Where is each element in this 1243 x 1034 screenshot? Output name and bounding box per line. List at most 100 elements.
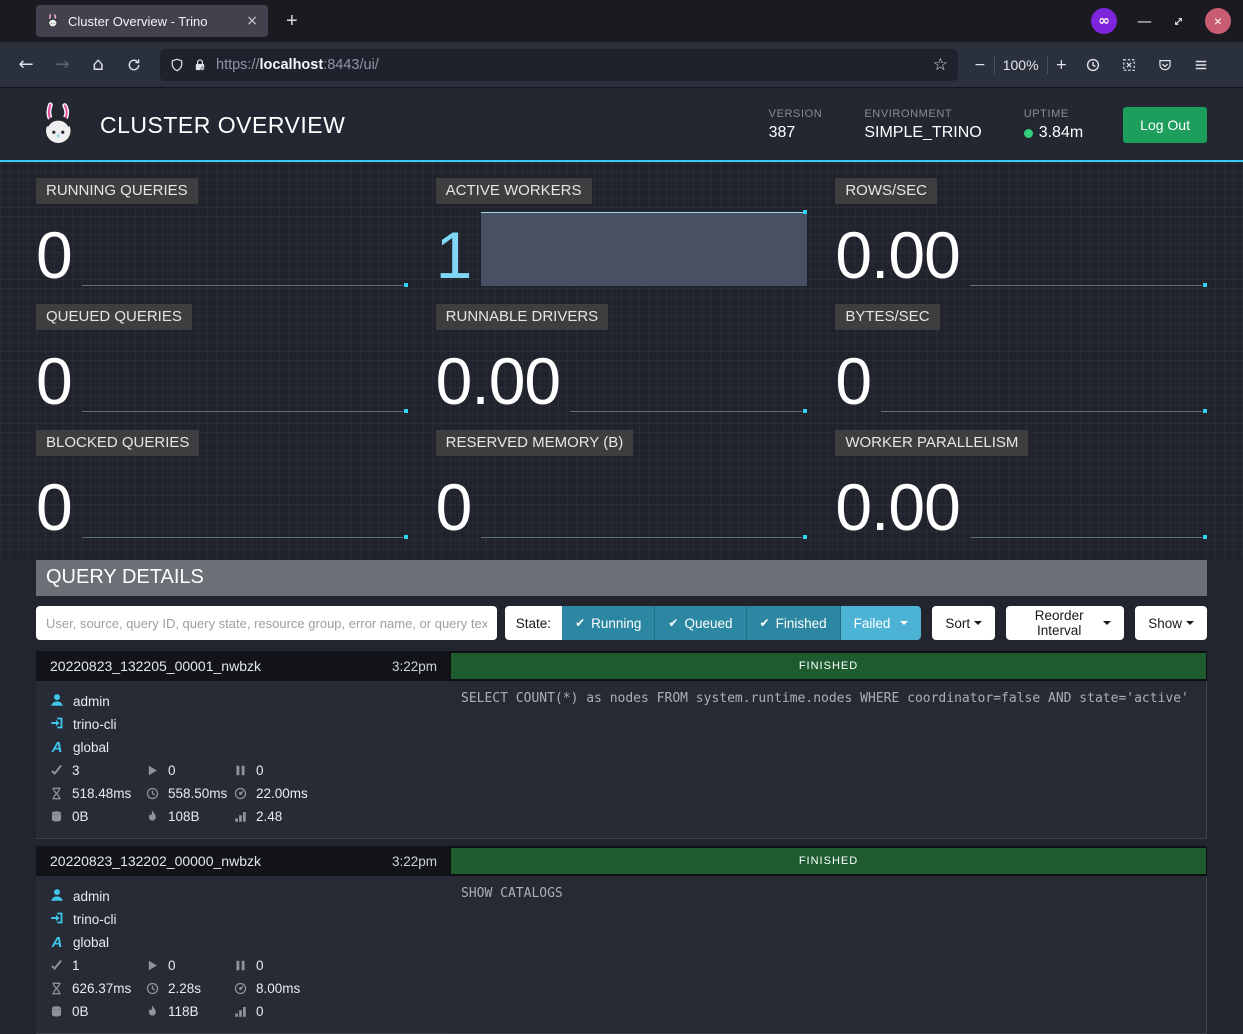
back-button[interactable]: ← (10, 49, 42, 81)
window-restore-button[interactable] (1172, 15, 1185, 28)
elapsed-time: 558.50ms (168, 786, 227, 801)
query-id-link[interactable]: 20220823_132205_00001_nwbzk (50, 658, 392, 674)
query-sql-text: SHOW CATALOGS (449, 876, 1207, 1033)
state-filter-queued[interactable]: ✔ Queued (655, 606, 746, 640)
stat-value: 0.00 (436, 351, 560, 412)
tab-close-icon[interactable]: × (246, 13, 258, 29)
state-filter-finished[interactable]: ✔ Finished (747, 606, 841, 640)
chevron-down-icon (974, 621, 982, 625)
zoom-in-button[interactable]: + (1056, 57, 1068, 73)
query-row: 20220823_132205_00001_nwbzk 3:22pm FINIS… (36, 651, 1207, 839)
cumulative-memory: 118B (168, 1004, 199, 1019)
queued-splits-icon (234, 764, 247, 777)
resource-group-icon: A (50, 739, 64, 756)
sparkline (82, 212, 408, 286)
query-id-link[interactable]: 20220823_132202_00000_nwbzk (50, 853, 392, 869)
sparkline (82, 464, 408, 538)
running-splits-icon (146, 959, 159, 972)
stat-bytes-sec: BYTES/SEC 0 (835, 304, 1207, 412)
stat-label: ACTIVE WORKERS (436, 178, 592, 204)
trino-logo (36, 102, 82, 148)
state-filter-running[interactable]: ✔ Running (562, 606, 655, 640)
sparkline (881, 338, 1207, 412)
sparkline (970, 212, 1207, 286)
new-tab-button[interactable]: + (286, 10, 298, 33)
wall-time: 626.37ms (72, 981, 131, 996)
user-icon (50, 888, 64, 905)
queued-splits: 0 (256, 958, 264, 973)
stat-value: 0 (36, 351, 72, 412)
stat-rows-sec: ROWS/SEC 0.00 (835, 178, 1207, 286)
stat-label: WORKER PARALLELISM (835, 430, 1028, 456)
elapsed-time-icon (146, 982, 159, 995)
history-clock-icon[interactable] (1077, 49, 1109, 81)
private-browsing-icon: ∞ (1091, 8, 1117, 34)
browser-navbar: ← → ⌂ https://localhost:8443/ui/ ☆ − 100… (0, 42, 1243, 88)
menu-hamburger-icon[interactable] (1185, 49, 1217, 81)
chevron-down-icon (1186, 621, 1194, 625)
check-icon: ✔ (760, 616, 770, 630)
stat-value: 1 (436, 225, 472, 286)
sparkline (82, 338, 408, 412)
elapsed-time: 2.28s (168, 981, 201, 996)
stat-worker-parallelism: WORKER PARALLELISM 0.00 (835, 430, 1207, 538)
cpu-time-icon (234, 787, 247, 800)
query-status-badge: FINISHED (451, 653, 1206, 679)
chevron-down-icon (900, 621, 908, 625)
stat-runnable-drivers: RUNNABLE DRIVERS 0.00 (436, 304, 808, 412)
state-filter-failed-dropdown[interactable]: Failed (841, 606, 922, 640)
url-text[interactable]: https://localhost:8443/ui/ (216, 57, 924, 73)
sort-dropdown[interactable]: Sort (932, 606, 995, 640)
zoom-level[interactable]: 100% (1003, 57, 1039, 73)
screenshot-icon[interactable] (1113, 49, 1145, 81)
sparkline (970, 464, 1207, 538)
check-icon: ✔ (668, 616, 678, 630)
url-bar[interactable]: https://localhost:8443/ui/ ☆ (160, 49, 958, 81)
stat-queued-queries: QUEUED QUERIES 0 (36, 304, 408, 412)
trino-favicon-icon (46, 14, 60, 28)
version-label: VERSION (769, 108, 823, 120)
source-icon (50, 716, 64, 733)
parallelism: 0 (256, 1004, 264, 1019)
queued-splits: 0 (256, 763, 264, 778)
zoom-out-button[interactable]: − (974, 57, 986, 73)
query-search-input[interactable] (36, 606, 497, 640)
pocket-icon[interactable] (1149, 49, 1181, 81)
stat-label: BYTES/SEC (835, 304, 939, 330)
home-button[interactable]: ⌂ (82, 49, 114, 81)
logout-button[interactable]: Log Out (1123, 107, 1207, 143)
query-resource-group: global (73, 935, 109, 950)
state-filter-group: State: ✔ Running ✔ Queued ✔ Finished Fai… (505, 606, 922, 640)
query-details-header: QUERY DETAILS (36, 560, 1207, 596)
current-memory-icon (50, 1005, 63, 1018)
reorder-interval-dropdown[interactable]: Reorder Interval (1006, 606, 1124, 640)
stat-value: 0 (835, 351, 871, 412)
stat-label: QUEUED QUERIES (36, 304, 192, 330)
page-title: CLUSTER OVERVIEW (100, 112, 769, 139)
stat-label: ROWS/SEC (835, 178, 937, 204)
running-splits-icon (146, 764, 159, 777)
window-close-button[interactable]: × (1205, 8, 1231, 34)
uptime-value: 3.84m (1039, 124, 1083, 142)
query-sql-text: SELECT COUNT(*) as nodes FROM system.run… (449, 681, 1207, 838)
query-user: admin (73, 889, 110, 904)
current-memory: 0B (72, 809, 89, 824)
window-minimize-button[interactable]: — (1137, 12, 1152, 30)
lock-warning-icon[interactable] (193, 58, 207, 72)
stat-value: 0.00 (835, 477, 959, 538)
bookmark-star-icon[interactable]: ☆ (933, 55, 948, 75)
stat-value: 0 (436, 477, 472, 538)
tracking-shield-icon[interactable] (170, 58, 184, 72)
stat-blocked-queries: BLOCKED QUERIES 0 (36, 430, 408, 538)
forward-button[interactable]: → (46, 49, 78, 81)
uptime-block: UPTIME 3.84m (1024, 108, 1083, 142)
browser-tab[interactable]: Cluster Overview - Trino × (36, 5, 268, 37)
parallelism: 2.48 (256, 809, 282, 824)
completed-splits-icon (50, 959, 63, 972)
stat-label: RESERVED MEMORY (B) (436, 430, 634, 456)
query-row: 20220823_132202_00000_nwbzk 3:22pm FINIS… (36, 846, 1207, 1034)
running-splits: 0 (168, 763, 176, 778)
reload-button[interactable] (118, 49, 150, 81)
show-dropdown[interactable]: Show (1135, 606, 1207, 640)
query-time: 3:22pm (392, 854, 437, 869)
